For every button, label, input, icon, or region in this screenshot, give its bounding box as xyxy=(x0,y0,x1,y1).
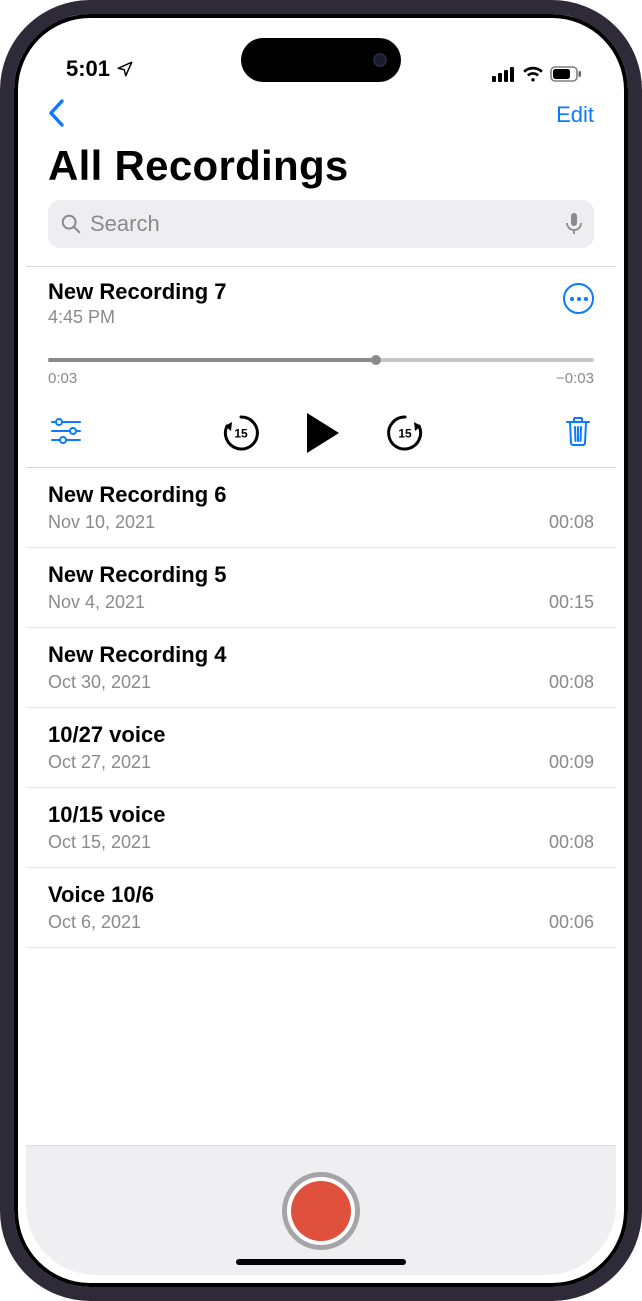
recording-row[interactable]: New Recording 6 Nov 10, 2021 00:08 xyxy=(26,468,616,548)
recording-duration: 00:09 xyxy=(549,752,594,773)
volume-down-button xyxy=(0,428,2,512)
recording-title: Voice 10/6 xyxy=(48,882,594,908)
mute-switch xyxy=(0,230,2,278)
recording-row[interactable]: 10/15 voice Oct 15, 2021 00:08 xyxy=(26,788,616,868)
search-icon xyxy=(60,213,82,235)
playback-options-button[interactable] xyxy=(50,417,82,450)
recording-duration: 00:08 xyxy=(549,672,594,693)
home-indicator[interactable] xyxy=(236,1259,406,1265)
cellular-signal-icon xyxy=(492,66,516,82)
recording-duration: 00:15 xyxy=(549,592,594,613)
search-field[interactable]: Search xyxy=(48,200,594,248)
dynamic-island xyxy=(241,38,401,82)
back-button[interactable] xyxy=(48,99,66,132)
skip-back-15-button[interactable]: 15 xyxy=(221,413,261,453)
recording-title: New Recording 7 xyxy=(48,279,226,305)
recording-date: Nov 4, 2021 xyxy=(48,592,145,613)
edit-button[interactable]: Edit xyxy=(556,102,594,128)
recording-subtitle: 4:45 PM xyxy=(48,307,226,328)
elapsed-time: 0:03 xyxy=(48,370,77,387)
remaining-time: −0:03 xyxy=(556,370,594,387)
skip-forward-label: 15 xyxy=(398,427,411,441)
status-time: 5:01 xyxy=(66,56,110,82)
more-options-button[interactable] xyxy=(563,283,594,314)
playback-scrubber[interactable]: 0:03 −0:03 xyxy=(48,358,594,387)
recording-duration: 00:08 xyxy=(549,832,594,853)
recording-title: New Recording 5 xyxy=(48,562,594,588)
play-button[interactable] xyxy=(307,413,339,453)
recording-date: Oct 27, 2021 xyxy=(48,752,151,773)
recording-date: Oct 15, 2021 xyxy=(48,832,151,853)
record-icon xyxy=(291,1181,351,1241)
recording-row[interactable]: New Recording 5 Nov 4, 2021 00:15 xyxy=(26,548,616,628)
recording-title: 10/15 voice xyxy=(48,802,594,828)
recording-duration: 00:06 xyxy=(549,912,594,933)
location-icon xyxy=(116,60,134,78)
recording-duration: 00:08 xyxy=(549,512,594,533)
page-title: All Recordings xyxy=(26,142,616,190)
recording-title: 10/27 voice xyxy=(48,722,594,748)
recording-date: Oct 30, 2021 xyxy=(48,672,151,693)
recording-date: Oct 6, 2021 xyxy=(48,912,141,933)
recording-row[interactable]: 10/27 voice Oct 27, 2021 00:09 xyxy=(26,708,616,788)
record-toolbar xyxy=(26,1145,616,1275)
wifi-icon xyxy=(522,66,544,82)
recording-title: New Recording 4 xyxy=(48,642,594,668)
search-placeholder: Search xyxy=(90,211,558,237)
expanded-recording: New Recording 7 4:45 PM 0:03 −0:03 xyxy=(26,267,616,468)
record-button[interactable] xyxy=(282,1172,360,1250)
volume-up-button xyxy=(0,320,2,404)
recordings-list: New Recording 6Nov 10, 202100:08New Reco… xyxy=(26,468,616,948)
more-icon xyxy=(570,297,588,301)
recording-date: Nov 10, 2021 xyxy=(48,512,155,533)
dictation-icon[interactable] xyxy=(566,213,582,235)
delete-button[interactable] xyxy=(564,415,592,452)
battery-icon xyxy=(550,66,582,82)
skip-forward-15-button[interactable]: 15 xyxy=(385,413,425,453)
skip-back-label: 15 xyxy=(234,427,247,441)
recording-title: New Recording 6 xyxy=(48,482,594,508)
recording-row[interactable]: New Recording 4 Oct 30, 2021 00:08 xyxy=(26,628,616,708)
recording-row[interactable]: Voice 10/6 Oct 6, 2021 00:06 xyxy=(26,868,616,948)
